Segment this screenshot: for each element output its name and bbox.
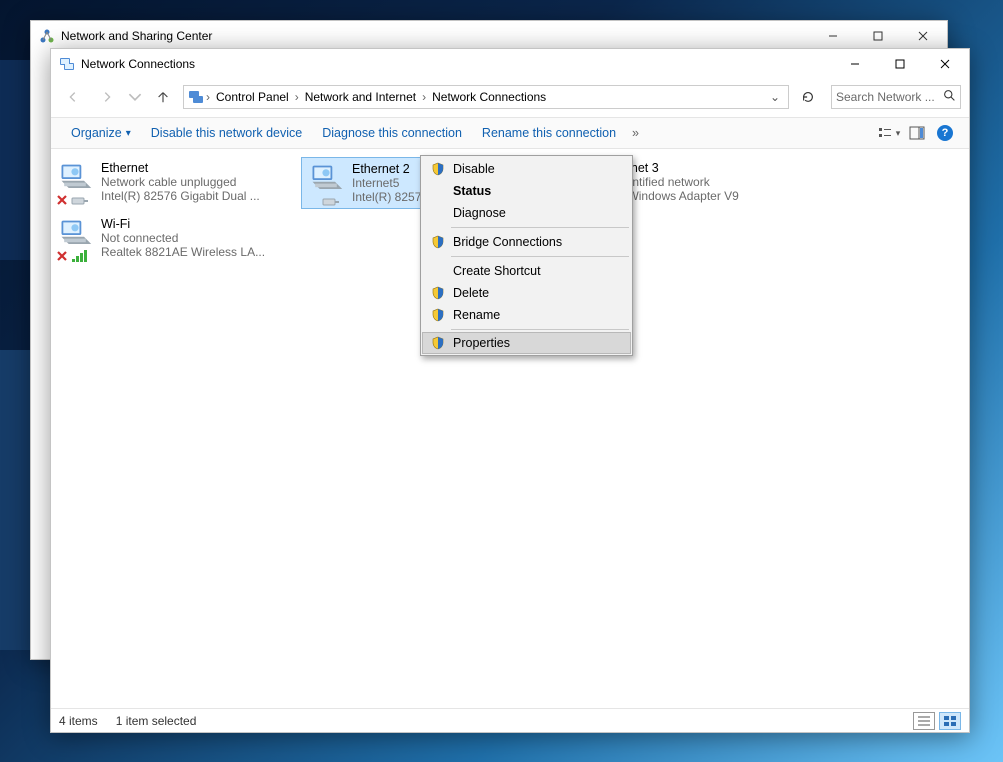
recent-locations-button[interactable] xyxy=(127,83,143,111)
menu-item-label: Diagnose xyxy=(449,206,622,220)
tiles-view-button[interactable] xyxy=(939,712,961,730)
diagnose-connection-button[interactable]: Diagnose this connection xyxy=(312,126,472,140)
connection-status: Not connected xyxy=(101,231,295,245)
up-button[interactable] xyxy=(149,83,177,111)
connection-device: Intel(R) 82576 Gigabit Dual ... xyxy=(101,189,295,203)
menu-item-label: Properties xyxy=(449,336,622,350)
breadcrumb-segment[interactable]: Control Panel xyxy=(212,90,293,104)
wifi-signal-icon xyxy=(71,249,89,263)
path-root-icon xyxy=(188,89,204,105)
breadcrumb-segment[interactable]: Network and Internet xyxy=(301,90,420,104)
search-icon xyxy=(943,89,956,105)
menu-item-label: Delete xyxy=(449,286,622,300)
refresh-button[interactable] xyxy=(797,90,819,104)
toolbar-label: Disable this network device xyxy=(151,126,302,140)
toolbar-label: Rename this connection xyxy=(482,126,616,140)
uac-shield-icon xyxy=(427,286,449,300)
chevron-right-icon[interactable]: › xyxy=(420,90,428,104)
context-menu-item[interactable]: Bridge Connections xyxy=(423,231,630,253)
disconnected-overlay-icon xyxy=(55,193,69,207)
chevron-right-icon[interactable]: › xyxy=(293,90,301,104)
command-bar: Organize ▾ Disable this network device D… xyxy=(51,117,969,149)
uac-shield-icon xyxy=(427,235,449,249)
titlebar[interactable]: Network Connections xyxy=(51,49,969,79)
minimize-button[interactable] xyxy=(832,49,877,79)
network-adapter-icon xyxy=(308,162,346,206)
close-button[interactable] xyxy=(922,49,967,79)
menu-item-label: Bridge Connections xyxy=(449,235,622,249)
forward-button[interactable] xyxy=(93,83,121,111)
details-view-button[interactable] xyxy=(913,712,935,730)
search-placeholder: Search Network ... xyxy=(836,90,943,104)
toolbar-label: Diagnose this connection xyxy=(322,126,462,140)
preview-pane-button[interactable] xyxy=(903,126,931,140)
network-center-icon xyxy=(39,28,55,44)
context-menu-item[interactable]: Diagnose xyxy=(423,202,630,224)
navigation-row: › Control Panel › Network and Internet ›… xyxy=(51,79,969,117)
rename-connection-button[interactable]: Rename this connection xyxy=(472,126,626,140)
status-item-count: 4 items xyxy=(59,714,98,728)
chevron-down-icon: ▾ xyxy=(896,128,901,139)
window-title: Network and Sharing Center xyxy=(61,29,810,43)
connection-item[interactable]: Wi-Fi Not connected Realtek 8821AE Wirel… xyxy=(51,213,301,265)
context-menu-item[interactable]: Create Shortcut xyxy=(423,260,630,282)
network-adapter-icon xyxy=(57,161,95,205)
menu-item-label: Rename xyxy=(449,308,622,322)
toolbar-overflow-button[interactable]: » xyxy=(626,126,645,140)
network-connections-window: Network Connections › Control Panel › xyxy=(50,48,970,733)
minimize-button[interactable] xyxy=(810,21,855,51)
context-menu-item[interactable]: Status xyxy=(423,180,630,202)
window-title: Network Connections xyxy=(81,57,832,71)
help-button[interactable]: ? xyxy=(931,125,959,141)
connection-device: Realtek 8821AE Wireless LA... xyxy=(101,245,295,259)
connection-status: Network cable unplugged xyxy=(101,175,295,189)
close-button[interactable] xyxy=(900,21,945,51)
connector-icon xyxy=(71,193,89,207)
menu-item-label: Disable xyxy=(449,162,622,176)
connection-name: Ethernet xyxy=(101,161,295,175)
help-icon: ? xyxy=(937,125,953,141)
disconnected-overlay-icon xyxy=(55,249,69,263)
back-button[interactable] xyxy=(59,83,87,111)
address-history-dropdown[interactable]: ⌄ xyxy=(766,90,784,104)
connector-icon xyxy=(322,194,340,208)
maximize-button[interactable] xyxy=(855,21,900,51)
uac-shield-icon xyxy=(427,162,449,176)
titlebar-parent[interactable]: Network and Sharing Center xyxy=(31,21,947,51)
organize-menu[interactable]: Organize ▾ xyxy=(61,126,141,140)
context-menu-item[interactable]: Delete xyxy=(423,282,630,304)
connection-name: Wi-Fi xyxy=(101,217,295,231)
context-menu-item[interactable]: Properties xyxy=(422,332,631,354)
uac-shield-icon xyxy=(427,336,449,350)
search-input[interactable]: Search Network ... xyxy=(831,85,961,109)
disable-device-button[interactable]: Disable this network device xyxy=(141,126,312,140)
uac-shield-icon xyxy=(427,308,449,322)
status-selection-count: 1 item selected xyxy=(116,714,197,728)
view-options-button[interactable]: ▾ xyxy=(875,126,903,140)
network-connections-icon xyxy=(59,56,75,72)
menu-item-label: Status xyxy=(449,184,622,198)
organize-label: Organize xyxy=(71,126,122,140)
chevron-down-icon: ▾ xyxy=(126,128,131,139)
menu-item-label: Create Shortcut xyxy=(449,264,622,278)
network-adapter-icon xyxy=(57,217,95,261)
chevron-right-icon[interactable]: › xyxy=(204,90,212,104)
context-menu-item[interactable]: Disable xyxy=(423,158,630,180)
status-bar: 4 items 1 item selected xyxy=(51,708,969,732)
context-menu-item[interactable]: Rename xyxy=(423,304,630,326)
address-bar[interactable]: › Control Panel › Network and Internet ›… xyxy=(183,85,789,109)
connection-item[interactable]: Ethernet Network cable unplugged Intel(R… xyxy=(51,157,301,209)
context-menu: Disable Status Diagnose Bridge Connectio… xyxy=(420,155,633,356)
maximize-button[interactable] xyxy=(877,49,922,79)
breadcrumb-segment[interactable]: Network Connections xyxy=(428,90,550,104)
